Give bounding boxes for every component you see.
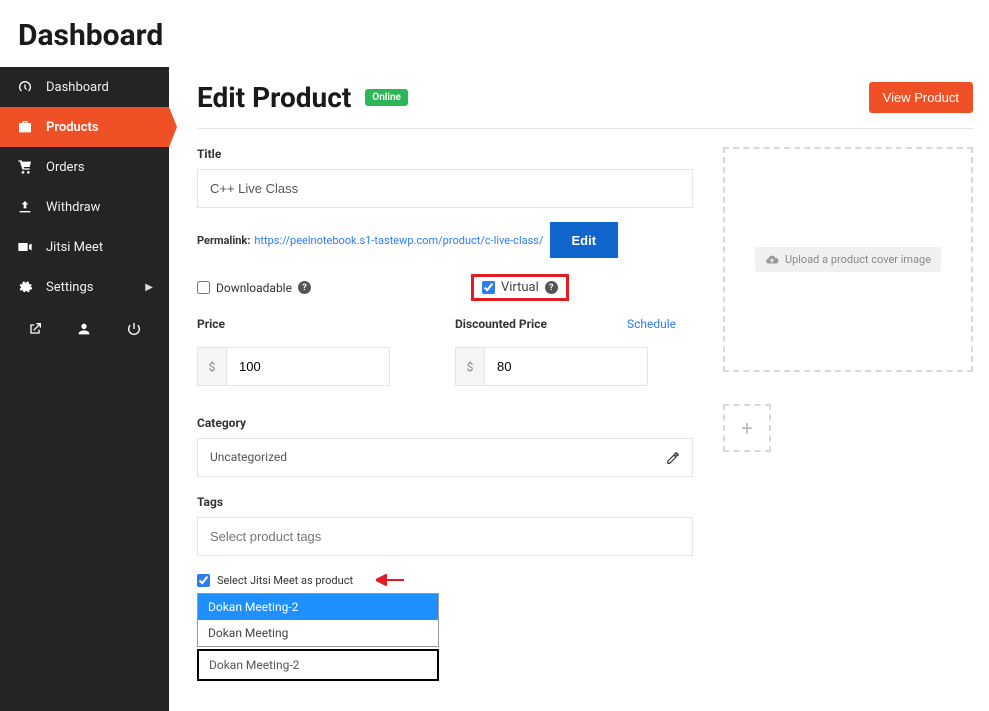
downloadable-checkbox-wrap[interactable]: Downloadable ? [197, 274, 311, 301]
title-input[interactable] [197, 169, 693, 208]
plus-icon: + [741, 416, 752, 440]
currency-symbol: $ [197, 347, 227, 386]
upload-label: Upload a product cover image [785, 253, 931, 266]
add-gallery-image-button[interactable]: + [723, 404, 771, 452]
virtual-label: Virtual [501, 280, 539, 295]
title-label: Title [197, 147, 693, 161]
currency-symbol: $ [455, 347, 485, 386]
sidebar-item-label: Jitsi Meet [46, 240, 103, 255]
sidebar-item-products[interactable]: Products [0, 107, 169, 147]
sidebar-item-label: Dashboard [46, 80, 109, 95]
virtual-checkbox[interactable] [482, 281, 495, 294]
dashboard-heading: Dashboard [0, 0, 989, 67]
sidebar-item-label: Products [46, 120, 99, 135]
sidebar-item-withdraw[interactable]: Withdraw [0, 187, 169, 227]
permalink-label: Permalink: [197, 234, 250, 247]
page-title: Edit Product [197, 81, 351, 114]
edit-icon [666, 450, 680, 465]
permalink-link[interactable]: https://peelnotebook.s1-tastewp.com/prod… [254, 234, 543, 247]
power-icon[interactable] [126, 321, 142, 337]
annotation-arrow-icon [376, 574, 404, 586]
tags-label: Tags [197, 495, 693, 509]
sidebar-item-label: Settings [46, 280, 93, 295]
jitsi-checkbox[interactable] [197, 574, 210, 587]
page-header: Edit Product Online View Product [197, 81, 973, 129]
sidebar: Dashboard Products Orders Withdraw Jitsi… [0, 67, 169, 711]
status-badge: Online [365, 89, 408, 106]
sidebar-item-jitsi-meet[interactable]: Jitsi Meet [0, 227, 169, 267]
category-value: Uncategorized [210, 450, 287, 464]
sidebar-item-orders[interactable]: Orders [0, 147, 169, 187]
dropdown-option[interactable]: Dokan Meeting [198, 620, 438, 646]
tags-input[interactable] [197, 517, 693, 556]
permalink-row: Permalink: https://peelnotebook.s1-taste… [197, 222, 693, 258]
sidebar-footer [0, 307, 169, 351]
video-icon [16, 239, 34, 255]
virtual-highlight-box: Virtual ? [471, 274, 569, 301]
schedule-link[interactable]: Schedule [627, 317, 676, 331]
upload-icon [16, 199, 34, 215]
cloud-upload-icon [765, 252, 779, 266]
gauge-icon [16, 79, 34, 95]
briefcase-icon [16, 119, 34, 135]
jitsi-check-label: Select Jitsi Meet as product [217, 574, 353, 587]
price-label: Price [197, 317, 225, 331]
external-link-icon[interactable] [27, 321, 43, 337]
main-content: Edit Product Online View Product Title P… [169, 67, 989, 711]
jitsi-checkbox-wrap[interactable]: Select Jitsi Meet as product [197, 574, 693, 587]
cart-icon [16, 159, 34, 175]
edit-permalink-button[interactable]: Edit [550, 222, 619, 258]
downloadable-checkbox[interactable] [197, 281, 210, 294]
jitsi-dropdown-open[interactable]: Dokan Meeting-2 Dokan Meeting [197, 593, 439, 647]
help-icon[interactable]: ? [545, 281, 558, 294]
jitsi-select-display[interactable]: Dokan Meeting-2 [197, 649, 439, 681]
dropdown-option[interactable]: Dokan Meeting-2 [198, 594, 438, 620]
user-icon[interactable] [76, 321, 92, 337]
category-select[interactable]: Uncategorized [197, 438, 693, 477]
sidebar-item-dashboard[interactable]: Dashboard [0, 67, 169, 107]
view-product-button[interactable]: View Product [869, 82, 973, 113]
help-icon[interactable]: ? [298, 281, 311, 294]
cover-image-dropzone[interactable]: Upload a product cover image [723, 147, 973, 372]
sidebar-item-settings[interactable]: Settings ▶ [0, 267, 169, 307]
downloadable-label: Downloadable [216, 281, 292, 295]
chevron-right-icon: ▶ [145, 282, 153, 293]
discounted-price-label: Discounted Price [455, 317, 547, 331]
price-input[interactable] [227, 347, 390, 386]
discounted-price-input[interactable] [485, 347, 648, 386]
category-label: Category [197, 416, 693, 430]
upload-cover-button[interactable]: Upload a product cover image [755, 247, 941, 271]
sidebar-item-label: Withdraw [46, 200, 100, 215]
gear-icon [16, 279, 34, 295]
sidebar-item-label: Orders [46, 160, 85, 175]
